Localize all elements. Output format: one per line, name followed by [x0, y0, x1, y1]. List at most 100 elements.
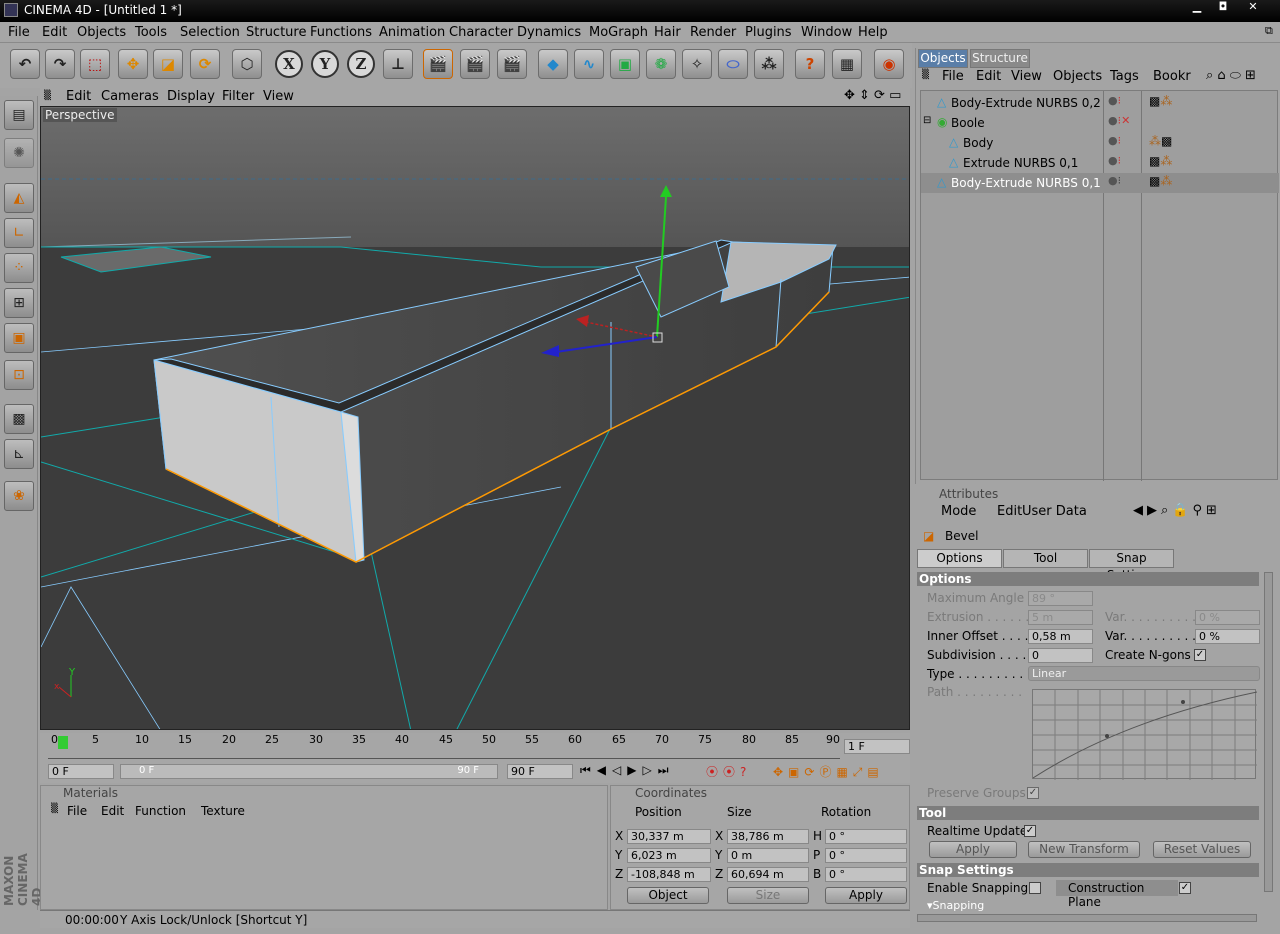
help-icon[interactable]: ?	[795, 49, 825, 79]
realtime-update-checkbox[interactable]: ✓	[1024, 825, 1036, 837]
viewport-menu-filter[interactable]: Filter	[222, 89, 254, 104]
list-item[interactable]: △ Body-Extrude NURBS 0,1 ●⁝ ▩⁂	[921, 173, 1279, 193]
tab-snap-settings[interactable]: Snap Settings	[1089, 549, 1174, 582]
attributes-h-scrollbar[interactable]	[917, 914, 1257, 922]
x-axis-lock-button[interactable]: X	[275, 50, 303, 78]
points-mode-icon[interactable]: ⁘	[4, 253, 34, 283]
inner-offset-field[interactable]: 0,58 m	[1028, 629, 1093, 644]
menu-plugins[interactable]: Plugins	[745, 25, 792, 40]
texture-mode-icon[interactable]: ▩	[4, 404, 34, 434]
particle-icon[interactable]: ⁂	[754, 49, 784, 79]
objects-menu-bookmarks[interactable]: Bookr	[1153, 69, 1191, 84]
menu-edit[interactable]: Edit	[42, 25, 67, 40]
layout-icon[interactable]: ▤	[4, 100, 34, 130]
var1-field[interactable]: 0 %	[1195, 610, 1260, 625]
materials-menu-edit[interactable]: Edit	[101, 804, 124, 818]
preserve-groups-checkbox[interactable]: ✓	[1027, 787, 1039, 799]
position-x-field[interactable]: 30,337 m	[627, 829, 711, 844]
web-icon[interactable]: ◉	[874, 49, 904, 79]
render-picture-viewer-icon[interactable]: 🎬	[460, 49, 490, 79]
viewport-menu-view[interactable]: View	[263, 89, 294, 104]
objects-menu-objects[interactable]: Objects	[1053, 69, 1102, 84]
path-curve-graph[interactable]	[1032, 689, 1258, 780]
objects-menu-tags[interactable]: Tags	[1110, 69, 1139, 84]
scene-icon[interactable]: ⬭	[718, 49, 748, 79]
menu-dynamics[interactable]: Dynamics	[517, 25, 581, 40]
visibility-dots[interactable]: ●⁝	[1108, 174, 1121, 187]
size-x-field[interactable]: 38,786 m	[727, 829, 809, 844]
render-view-icon[interactable]: 🎬	[423, 49, 453, 79]
enable-snapping-checkbox[interactable]	[1029, 882, 1041, 894]
visibility-dots[interactable]: ●⁝	[1108, 134, 1121, 147]
snapping-group-label[interactable]: ▾Snapping	[927, 899, 984, 912]
rotation-p-field[interactable]: 0 °	[825, 848, 907, 863]
move-icon[interactable]: ✥	[118, 49, 148, 79]
menu-character[interactable]: Character	[449, 25, 513, 40]
playback-controls[interactable]: ⏮◀◁▶▷⏭	[580, 763, 675, 778]
y-axis-lock-button[interactable]: Y	[311, 50, 339, 78]
menu-file[interactable]: File	[8, 25, 30, 40]
materials-menu-texture[interactable]: Texture	[201, 804, 245, 818]
objects-menu-file[interactable]: File	[942, 69, 964, 84]
minimize-button[interactable]: ▁	[1186, 0, 1208, 14]
menu-selection[interactable]: Selection	[180, 25, 240, 40]
rotate-icon[interactable]: ⟳	[190, 49, 220, 79]
attributes-menu-edit[interactable]: Edit	[997, 504, 1022, 519]
coordinates-apply-button[interactable]: Apply	[825, 887, 907, 904]
restore-icon[interactable]: ⧉	[1265, 24, 1273, 38]
list-item[interactable]: ⊟ ◉ Boole ●⁝✕	[921, 113, 1279, 133]
viewport-menu-cameras[interactable]: Cameras	[101, 89, 159, 104]
attributes-scrollbar[interactable]	[1264, 572, 1273, 892]
live-selection-icon[interactable]: ⬚	[80, 49, 110, 79]
menu-animation[interactable]: Animation	[379, 25, 445, 40]
undo-icon[interactable]: ↶	[10, 49, 40, 79]
z-axis-lock-button[interactable]: Z	[347, 50, 375, 78]
objects-menu-view[interactable]: View	[1011, 69, 1042, 84]
tab-options[interactable]: Options	[917, 549, 1002, 568]
rotation-b-field[interactable]: 0 °	[825, 867, 907, 882]
scale-icon[interactable]: ◪	[153, 49, 183, 79]
viewport-menu-display[interactable]: Display	[167, 89, 215, 104]
texture-tag-icon[interactable]: ⁂▩	[1149, 134, 1172, 148]
object-list[interactable]: △ Body-Extrude NURBS 0,2 ●⁝ ▩⁂ ⊟ ◉ Boole…	[920, 90, 1279, 481]
object-axis-icon[interactable]: ∟	[4, 218, 34, 248]
start-frame-field[interactable]: 0 F	[48, 764, 114, 779]
construction-plane-row[interactable]: Construction Plane	[1056, 880, 1178, 909]
materials-menu-function[interactable]: Function	[135, 804, 186, 818]
visibility-dots[interactable]: ●⁝	[1108, 94, 1121, 107]
object-mode-icon[interactable]: ⬡	[232, 49, 262, 79]
reset-values-button[interactable]: Reset Values	[1153, 841, 1251, 858]
menu-objects[interactable]: Objects	[77, 25, 126, 40]
attributes-menu-mode[interactable]: Mode	[941, 504, 976, 519]
polygons-mode-icon[interactable]: ▣	[4, 323, 34, 353]
var2-field[interactable]: 0 %	[1195, 629, 1260, 644]
subdivision-field[interactable]: 0	[1028, 648, 1093, 663]
size-mode-dropdown[interactable]: Size	[727, 887, 809, 904]
array-icon[interactable]: ❁	[646, 49, 676, 79]
menu-hair[interactable]: Hair	[654, 25, 681, 40]
perspective-viewport[interactable]: Perspective Y x	[40, 106, 910, 730]
viewport-menu-edit[interactable]: Edit	[66, 89, 91, 104]
visibility-dots[interactable]: ●⁝	[1108, 154, 1121, 167]
list-item[interactable]: △ Body ●⁝ ⁂▩	[921, 133, 1279, 153]
calendar-icon[interactable]: ▦	[832, 49, 862, 79]
key-mode-icons[interactable]: ✥▣⟳Ⓟ▦⤢▤	[773, 763, 884, 780]
cube-icon[interactable]: ◆	[538, 49, 568, 79]
size-y-field[interactable]: 0 m	[727, 848, 809, 863]
menu-window[interactable]: Window	[801, 25, 852, 40]
deformer-icon[interactable]: ✧	[682, 49, 712, 79]
range-slider[interactable]: 0 F 90 F	[120, 764, 498, 779]
attributes-nav-icons[interactable]: ◀▶⌕🔒⚲⊞	[1133, 503, 1221, 518]
objects-menu-edit[interactable]: Edit	[976, 69, 1001, 84]
coordinate-mode-dropdown[interactable]: Object	[627, 887, 709, 904]
new-transform-button[interactable]: New Transform	[1028, 841, 1140, 858]
rotation-h-field[interactable]: 0 °	[825, 829, 907, 844]
list-item[interactable]: △ Body-Extrude NURBS 0,2 ●⁝ ▩⁂	[921, 93, 1279, 113]
animation-mode-icon[interactable]: ❀	[4, 481, 34, 511]
list-item[interactable]: △ Extrude NURBS 0,1 ●⁝ ▩⁂	[921, 153, 1279, 173]
tab-objects[interactable]: Objects	[918, 49, 968, 68]
menu-help[interactable]: Help	[858, 25, 888, 40]
apply-button[interactable]: Apply	[929, 841, 1017, 858]
close-button[interactable]: ✕	[1242, 0, 1264, 14]
end-frame-field[interactable]: 90 F	[507, 764, 573, 779]
